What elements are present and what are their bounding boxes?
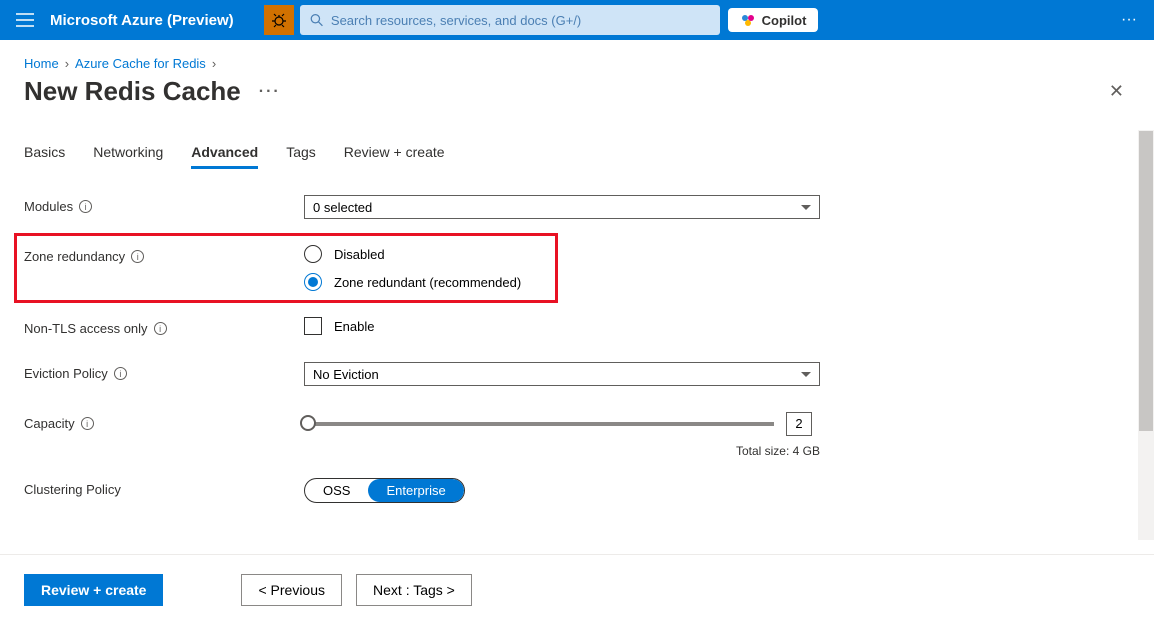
capacity-label: Capacity	[24, 416, 75, 431]
breadcrumb: Home › Azure Cache for Redis ›	[0, 40, 1154, 71]
slider-thumb[interactable]	[300, 415, 316, 431]
chevron-down-icon	[801, 372, 811, 377]
modules-label: Modules	[24, 199, 73, 214]
row-capacity: Capacity i 2 Total size: 4 GB	[24, 412, 1130, 458]
radio-icon	[304, 273, 322, 291]
copilot-label: Copilot	[762, 13, 807, 28]
review-create-button[interactable]: Review + create	[24, 574, 163, 606]
page-title: New Redis Cache	[24, 76, 241, 107]
scrollbar[interactable]	[1138, 130, 1154, 540]
tab-basics[interactable]: Basics	[24, 144, 65, 169]
search-box[interactable]	[300, 5, 720, 35]
eviction-label: Eviction Policy	[24, 366, 108, 381]
modules-value: 0 selected	[313, 200, 372, 215]
title-more-icon[interactable]: ···	[259, 83, 281, 101]
info-icon[interactable]: i	[81, 417, 94, 430]
next-button[interactable]: Next : Tags >	[356, 574, 472, 606]
radio-icon	[304, 245, 322, 263]
close-icon[interactable]: ✕	[1103, 75, 1130, 108]
footer: Review + create < Previous Next : Tags >	[0, 554, 1154, 624]
radio-zone-disabled[interactable]: Disabled	[304, 245, 820, 263]
modules-dropdown[interactable]: 0 selected	[304, 195, 820, 219]
nontls-checkbox[interactable]	[304, 317, 322, 335]
menu-icon[interactable]	[10, 5, 40, 35]
form-content: Basics Networking Advanced Tags Review +…	[0, 130, 1154, 554]
row-zone-redundancy: Zone redundancy i Disabled Zone redundan…	[24, 245, 1130, 291]
tab-networking[interactable]: Networking	[93, 144, 163, 169]
tab-review[interactable]: Review + create	[344, 144, 445, 169]
previous-button[interactable]: < Previous	[241, 574, 342, 606]
row-modules: Modules i 0 selected	[24, 195, 1130, 219]
cluster-oss[interactable]: OSS	[305, 479, 368, 502]
row-eviction: Eviction Policy i No Eviction	[24, 362, 1130, 386]
radio-zone-redundant[interactable]: Zone redundant (recommended)	[304, 273, 820, 291]
info-icon[interactable]: i	[154, 322, 167, 335]
title-row: New Redis Cache ··· ✕	[0, 71, 1154, 128]
tab-tags[interactable]: Tags	[286, 144, 316, 169]
info-icon[interactable]: i	[79, 200, 92, 213]
chevron-right-icon: ›	[212, 56, 216, 71]
tab-advanced[interactable]: Advanced	[191, 144, 258, 169]
clustering-label: Clustering Policy	[24, 482, 121, 497]
info-icon[interactable]: i	[114, 367, 127, 380]
eviction-dropdown[interactable]: No Eviction	[304, 362, 820, 386]
nontls-enable-label: Enable	[334, 319, 374, 334]
chevron-down-icon	[801, 205, 811, 210]
capacity-slider[interactable]	[304, 422, 774, 426]
cluster-enterprise[interactable]: Enterprise	[368, 479, 463, 502]
chevron-right-icon: ›	[65, 56, 69, 71]
scrollbar-thumb[interactable]	[1139, 131, 1153, 431]
breadcrumb-parent[interactable]: Azure Cache for Redis	[75, 56, 206, 71]
brand-label[interactable]: Microsoft Azure (Preview)	[50, 12, 234, 29]
more-icon[interactable]: ···	[1114, 5, 1144, 35]
total-size-label: Total size: 4 GB	[304, 444, 820, 458]
capacity-value[interactable]: 2	[786, 412, 812, 436]
bug-icon[interactable]	[264, 5, 294, 35]
row-clustering: Clustering Policy OSS Enterprise	[24, 478, 1130, 503]
eviction-value: No Eviction	[313, 367, 379, 382]
nontls-label: Non-TLS access only	[24, 321, 148, 336]
breadcrumb-home[interactable]: Home	[24, 56, 59, 71]
tabs: Basics Networking Advanced Tags Review +…	[24, 144, 1130, 169]
zone-label: Zone redundancy	[24, 249, 125, 264]
zone-redundant-label: Zone redundant (recommended)	[334, 275, 521, 290]
top-bar: Microsoft Azure (Preview) Copilot ···	[0, 0, 1154, 40]
row-nontls: Non-TLS access only i Enable	[24, 317, 1130, 336]
info-icon[interactable]: i	[131, 250, 144, 263]
search-input[interactable]	[331, 13, 710, 28]
zone-disabled-label: Disabled	[334, 247, 385, 262]
copilot-button[interactable]: Copilot	[728, 8, 819, 32]
clustering-toggle: OSS Enterprise	[304, 478, 465, 503]
